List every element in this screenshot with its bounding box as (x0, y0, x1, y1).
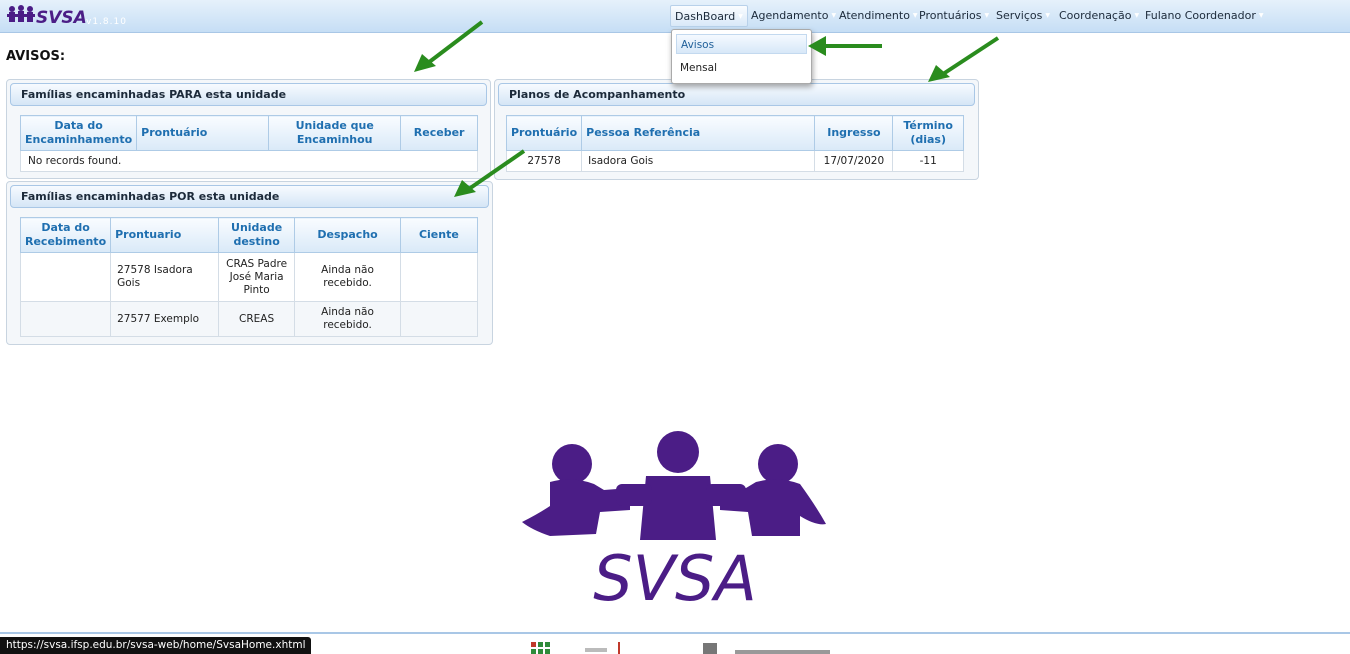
annotation-arrow-icon (414, 20, 484, 72)
column-header-data-recebimento[interactable]: Data do Recebimento (19, 217, 112, 253)
menu-servicos[interactable]: Serviços ▼ (992, 5, 1054, 27)
chevron-down-icon: ▼ (738, 13, 743, 20)
cell-termino: -11 (892, 150, 964, 172)
cell-unidade: CRAS Padre José Maria Pinto (217, 252, 296, 302)
svsa-logo-text: SVSA (593, 542, 757, 608)
table-familias-por: Data do Recebimento Prontuario Unidade d… (19, 217, 479, 337)
cell-unidade: CREAS (217, 301, 296, 337)
table-row[interactable]: 27578 Isadora Gois CRAS Padre José Maria… (19, 252, 479, 302)
menu-servicos-label: Serviços (996, 9, 1043, 22)
status-bar-url: https://svsa.ifsp.edu.br/svsa-web/home/S… (0, 637, 312, 654)
annotation-arrow-icon (928, 36, 1000, 82)
menu-agendamento[interactable]: Agendamento ▼ (747, 5, 840, 27)
table-row[interactable]: 27577 Exemplo CREAS Ainda não recebido. (19, 301, 479, 337)
cell-ciente (399, 252, 479, 302)
column-header-prontuario[interactable]: Prontuário (505, 115, 583, 151)
column-header-ciente[interactable]: Ciente (399, 217, 479, 253)
cell-data (19, 301, 112, 337)
table-planos: Prontuário Pessoa Referência Ingresso Té… (505, 115, 964, 172)
page-title: AVISOS: (6, 49, 66, 64)
column-header-unidade-encaminhou[interactable]: Unidade que Encaminhou (268, 115, 402, 151)
panel-planos-header[interactable]: Planos de Acompanhamento (498, 83, 975, 106)
column-header-receber[interactable]: Receber (400, 115, 478, 151)
cell-despacho: Ainda não recebido. (294, 252, 401, 302)
menu-prontuarios[interactable]: Prontuários ▼ (915, 5, 993, 27)
table-familias-para: Data do Encaminhamento Prontuário Unidad… (19, 115, 478, 172)
panel-para-header[interactable]: Famílias encaminhadas PARA esta unidade (10, 83, 487, 106)
menu-coordenacao[interactable]: Coordenação ▼ (1055, 5, 1143, 27)
column-header-termino[interactable]: Término (dias) (892, 115, 964, 151)
dropdown-item-mensal[interactable]: Mensal (676, 58, 807, 78)
cell-ingresso: 17/07/2020 (814, 150, 894, 172)
menu-prontuarios-label: Prontuários (919, 9, 982, 22)
svsa-logo-large: SVSA (522, 431, 826, 608)
annotation-arrow-icon (808, 36, 882, 56)
menu-dashboard[interactable]: DashBoard ▼ (670, 5, 748, 27)
app-version: v1.8.10 (86, 17, 127, 27)
column-header-data-encaminhamento[interactable]: Data do Encaminhamento (19, 115, 138, 151)
cell-pessoa: Isadora Gois (581, 150, 816, 172)
column-header-despacho[interactable]: Despacho (294, 217, 401, 253)
column-header-unidade-destino[interactable]: Unidade destino (217, 217, 296, 253)
ifsp-logo-icon (531, 642, 550, 654)
panel-por-header[interactable]: Famílias encaminhadas POR esta unidade (10, 185, 489, 208)
cell-data (19, 252, 112, 302)
svsa-logo-small[interactable]: SVSA (6, 4, 86, 28)
column-header-ingresso[interactable]: Ingresso (814, 115, 894, 151)
chevron-down-icon: ▼ (1258, 12, 1264, 19)
cell-ciente (399, 301, 479, 337)
cell-despacho: Ainda não recebido. (294, 301, 401, 337)
menu-user-label: Fulano Coordenador (1145, 9, 1256, 22)
chevron-down-icon: ▼ (1045, 12, 1050, 19)
menu-atendimento[interactable]: Atendimento ▼ (835, 5, 922, 27)
chevron-down-icon: ▼ (1134, 12, 1140, 19)
menu-user[interactable]: Fulano Coordenador ▼ (1141, 5, 1267, 27)
menu-atendimento-label: Atendimento (839, 9, 910, 22)
chevron-down-icon: ▼ (984, 12, 990, 19)
annotation-arrow-icon (454, 149, 526, 197)
column-header-pessoa-referencia[interactable]: Pessoa Referência (581, 115, 816, 151)
cell-prontuario: 27577 Exemplo (110, 301, 219, 337)
dropdown-item-avisos[interactable]: Avisos (676, 34, 807, 54)
column-header-prontuario[interactable]: Prontuario (110, 217, 219, 253)
menu-coordenacao-label: Coordenação (1059, 9, 1132, 22)
table-row[interactable]: 27578 Isadora Gois 17/07/2020 -11 (505, 150, 964, 172)
menu-dashboard-label: DashBoard (675, 10, 736, 23)
logo-text: SVSA (36, 8, 86, 28)
menu-agendamento-label: Agendamento (751, 9, 829, 22)
empty-message: No records found. (20, 150, 478, 172)
cell-prontuario: 27578 Isadora Gois (110, 252, 219, 302)
dashboard-dropdown-menu: Avisos Mensal (671, 29, 812, 84)
partner-logos-icon (585, 642, 830, 654)
column-header-prontuario[interactable]: Prontuário (136, 115, 270, 151)
footer-divider (0, 632, 1350, 634)
